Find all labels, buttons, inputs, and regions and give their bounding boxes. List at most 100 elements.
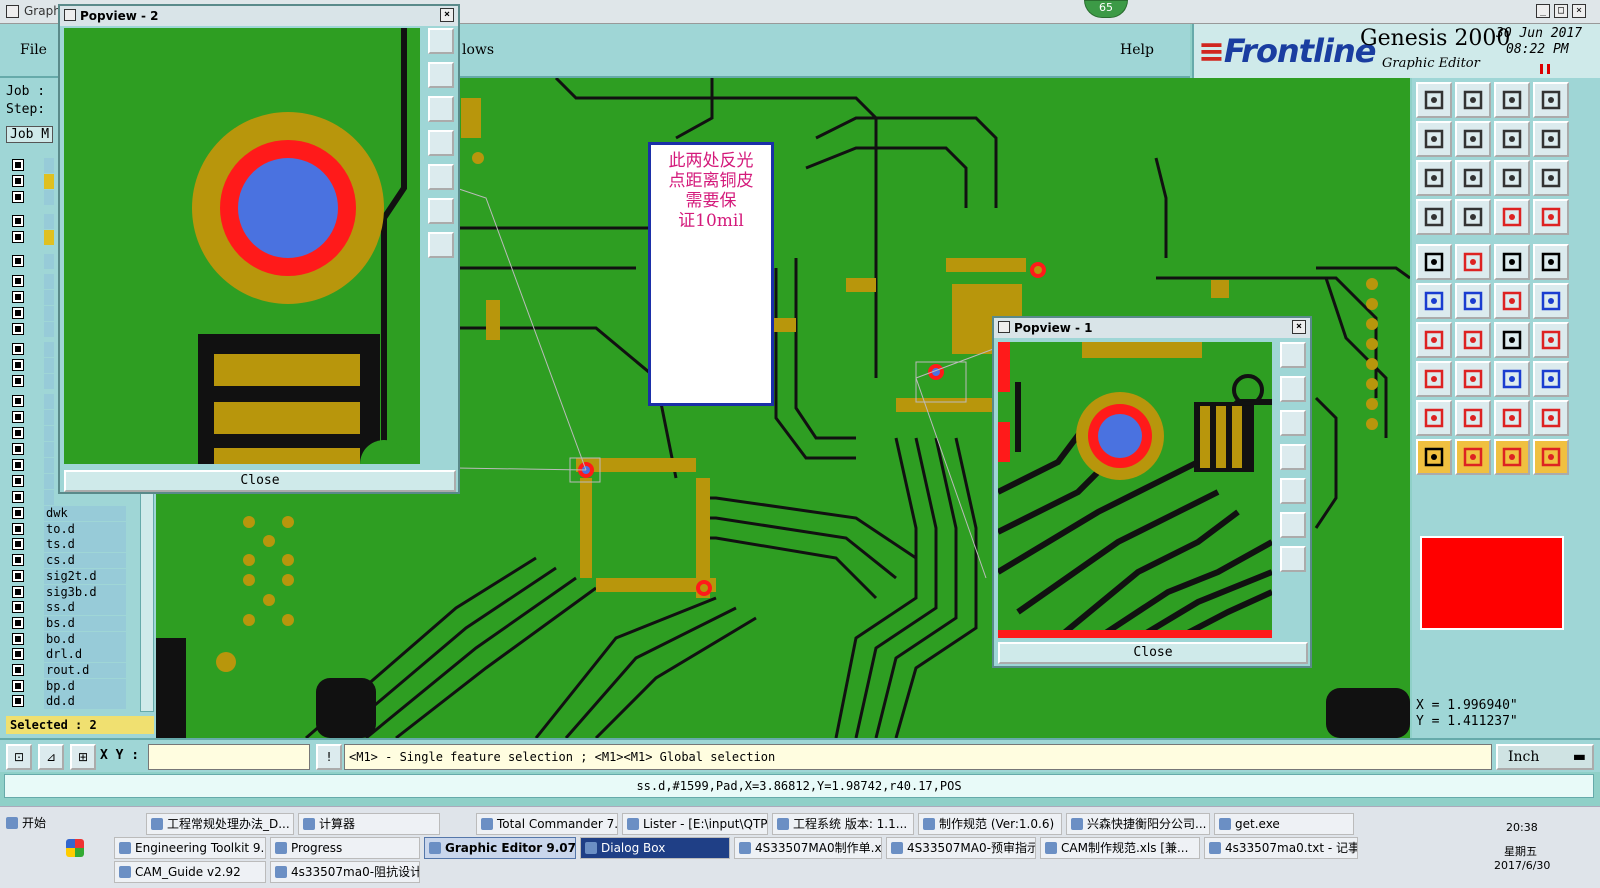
taskbar-item[interactable]: CAM_Guide v2.92 — [114, 861, 266, 883]
tool-circle-icon[interactable] — [1533, 244, 1569, 280]
close-button[interactable]: × — [1572, 4, 1586, 18]
maximize-button[interactable]: □ — [1554, 4, 1568, 18]
layer-checkbox[interactable] — [12, 395, 24, 407]
tool-copy-icon[interactable] — [1416, 361, 1452, 397]
tool-line-icon[interactable] — [1416, 322, 1452, 358]
popview-1-titlebar[interactable]: Popview - 1 × — [994, 318, 1310, 338]
tool-ruler-icon[interactable] — [1416, 199, 1452, 235]
popview-2-close-icon[interactable]: × — [440, 8, 454, 22]
layer-checkbox[interactable] — [12, 491, 24, 503]
minimize-button[interactable]: _ — [1536, 4, 1550, 18]
taskbar-item[interactable]: 兴森快捷衡阳分公司... — [1066, 813, 1210, 835]
zoom-out-icon[interactable] — [1494, 82, 1530, 118]
popview-1-close-icon[interactable]: × — [1292, 320, 1306, 334]
zoom-in-icon[interactable] — [1455, 82, 1491, 118]
tool-connect-icon[interactable] — [1416, 283, 1452, 319]
snap-icon[interactable]: ⊡ — [6, 744, 32, 770]
zoom-fit-icon[interactable] — [1533, 82, 1569, 118]
popview-2-titlebar[interactable]: Popview - 2 × — [60, 6, 458, 26]
popview-1-tool-5[interactable] — [1280, 478, 1306, 504]
layer-checkbox[interactable] — [12, 664, 24, 676]
taskbar-item[interactable]: get.exe — [1214, 813, 1354, 835]
layer-checkbox[interactable] — [12, 459, 24, 471]
layer-row[interactable]: dd.d — [8, 694, 126, 710]
taskbar-item[interactable]: Progress — [270, 837, 420, 859]
tool-edit-icon[interactable] — [1455, 322, 1491, 358]
tool-arrow-icon[interactable] — [1455, 400, 1491, 436]
layer-checkbox[interactable] — [12, 291, 24, 303]
select-arrow-icon[interactable] — [1416, 439, 1452, 475]
notification-badge[interactable]: 65 — [1084, 0, 1128, 18]
popview-1-close-button[interactable]: Close — [998, 642, 1308, 664]
taskbar-item[interactable]: Engineering Toolkit 9.07... — [114, 837, 266, 859]
taskbar-item[interactable]: 4S33507MA0-预审指示... — [886, 837, 1036, 859]
zoom-area-icon[interactable] — [1455, 160, 1491, 196]
layer-checkbox[interactable] — [12, 359, 24, 371]
popview-2-tool-6[interactable] — [428, 198, 454, 224]
layer-row[interactable]: rout.d — [8, 663, 126, 678]
layer-row[interactable]: ts.d — [8, 537, 126, 553]
taskbar-item[interactable]: 4S33507MA0制作单.xls... — [734, 837, 882, 859]
grid-icon[interactable]: ⊞ — [70, 744, 96, 770]
tool-arc-icon[interactable] — [1533, 322, 1569, 358]
layer-checkbox[interactable] — [12, 569, 24, 582]
popview-2-tool-2[interactable] — [428, 62, 454, 88]
menu-help[interactable]: Help — [1120, 42, 1154, 58]
layer-checkbox[interactable] — [12, 427, 24, 439]
taskbar-item[interactable]: 计算器 — [298, 813, 440, 835]
popview-2-tool-1[interactable] — [428, 28, 454, 54]
popview-2-tool-4[interactable] — [428, 130, 454, 156]
layer-checkbox[interactable] — [12, 323, 24, 335]
layer-row[interactable]: bs.d — [8, 615, 126, 631]
layer-checkbox[interactable] — [12, 307, 24, 319]
layer-row[interactable]: ss.d — [8, 600, 126, 616]
select-net-icon[interactable] — [1494, 439, 1530, 475]
taskbar-item[interactable]: Dialog Box — [580, 837, 730, 859]
layer-row[interactable]: bp.d — [8, 678, 126, 694]
layer-checkbox[interactable] — [12, 343, 24, 355]
layer-checkbox[interactable] — [12, 648, 24, 661]
xy-input[interactable] — [148, 744, 310, 770]
layer-checkbox[interactable] — [12, 522, 24, 535]
tool-route-icon[interactable] — [1455, 244, 1491, 280]
menu-file[interactable]: File — [20, 42, 47, 58]
popview-2-canvas[interactable] — [64, 28, 420, 464]
tool-delete-icon[interactable] — [1455, 283, 1491, 319]
pan-up-icon[interactable] — [1494, 121, 1530, 157]
taskbar-item[interactable]: 工程常规处理办法_D... — [146, 813, 294, 835]
layer-checkbox[interactable] — [12, 585, 24, 598]
layer-checkbox[interactable] — [12, 375, 24, 387]
taskbar-item[interactable]: 工程系统 版本: 1.1... — [772, 813, 914, 835]
tool-pad-icon[interactable] — [1533, 400, 1569, 436]
measure-icon[interactable]: ⊿ — [38, 744, 64, 770]
layer-checkbox[interactable] — [12, 215, 24, 227]
start-button[interactable]: 开始 — [2, 813, 46, 835]
taskbar-item[interactable]: Graphic Editor 9.07b2... — [424, 837, 576, 859]
popview-1-tool-2[interactable] — [1280, 376, 1306, 402]
tool-move-icon[interactable] — [1494, 283, 1530, 319]
layer-row[interactable]: bo.d — [8, 631, 126, 647]
layer-checkbox[interactable] — [12, 632, 24, 645]
layer-checkbox[interactable] — [12, 616, 24, 629]
layer-checkbox[interactable] — [12, 411, 24, 423]
tool-snap-icon[interactable] — [1533, 199, 1569, 235]
layer-row[interactable]: sig3b.d — [8, 584, 126, 600]
taskbar-item[interactable]: Total Commander 7.0 ... — [476, 813, 618, 835]
tool-group-icon[interactable] — [1533, 361, 1569, 397]
taskbar-item[interactable]: 4s33507ma0-阻抗设计( — [270, 861, 420, 883]
scale-1-2-icon[interactable] — [1494, 160, 1530, 196]
popview-1-tool-4[interactable] — [1280, 444, 1306, 470]
layer-checkbox[interactable] — [12, 507, 24, 519]
alert-icon[interactable]: ! — [316, 744, 342, 770]
layer-checkbox[interactable] — [12, 255, 24, 267]
layer-checkbox[interactable] — [12, 679, 24, 692]
layer-checkbox[interactable] — [12, 475, 24, 487]
layer-checkbox[interactable] — [12, 231, 24, 243]
layer-row[interactable]: drl.d — [8, 647, 126, 663]
tool-grid-icon[interactable] — [1455, 199, 1491, 235]
popview-1-tool-1[interactable] — [1280, 342, 1306, 368]
tool-text-icon[interactable] — [1494, 400, 1530, 436]
layer-checkbox[interactable] — [12, 191, 24, 203]
tool-cut-icon[interactable] — [1455, 361, 1491, 397]
job-matrix-button[interactable]: Job M — [6, 126, 54, 143]
